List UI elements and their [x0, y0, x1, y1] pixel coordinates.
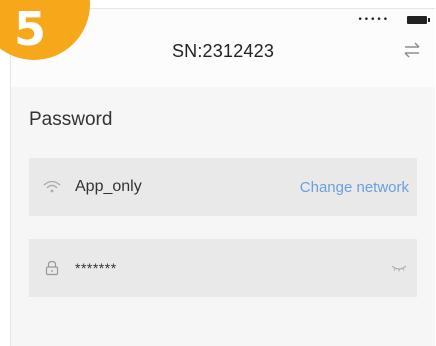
signal-strength: •••••	[357, 15, 389, 25]
wifi-network-name: App_only	[75, 178, 142, 195]
step-number: 5	[13, 2, 46, 56]
wifi-network-field[interactable]: App_only Change network	[29, 158, 417, 216]
device-serial-title: SN:2312423	[171, 41, 275, 61]
status-bar: •••••	[357, 15, 430, 25]
eye-closed-icon[interactable]	[391, 263, 407, 273]
wifi-icon	[43, 178, 61, 196]
change-network-link[interactable]: Change network	[300, 179, 409, 196]
password-section-label: Password	[29, 109, 113, 130]
battery-icon	[407, 16, 430, 24]
swap-arrows-icon[interactable]	[403, 41, 421, 59]
password-masked-value: *******	[75, 260, 117, 276]
lock-icon	[43, 259, 61, 277]
app-screenshot: ••••• SN:2312423 Password App_only Chang…	[0, 0, 436, 346]
password-field[interactable]: *******	[29, 239, 417, 297]
phone-screen: ••••• SN:2312423 Password App_only Chang…	[10, 8, 435, 346]
